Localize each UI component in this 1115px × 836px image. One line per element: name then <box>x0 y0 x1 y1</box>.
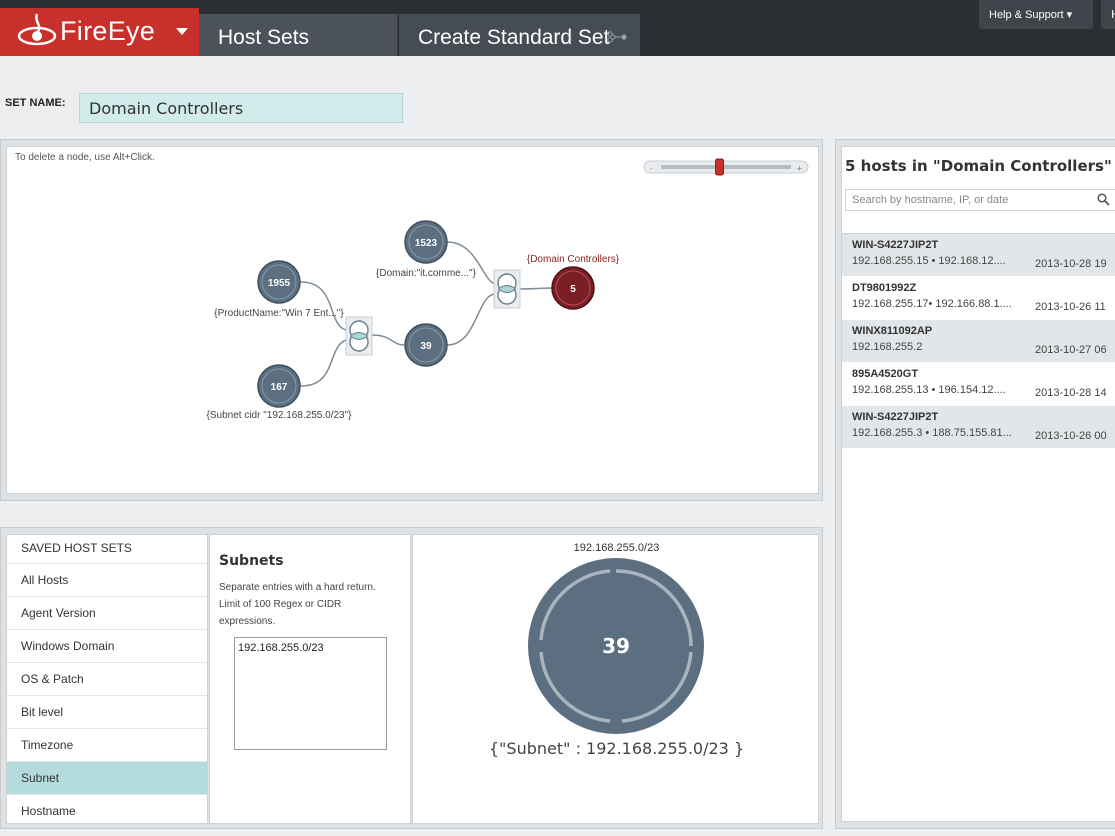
brand-menu[interactable]: FireEye <box>0 8 199 56</box>
attribute-item-subnet[interactable]: Subnet <box>7 762 207 795</box>
flow-icon <box>607 31 627 43</box>
brand-name: FireEye <box>60 16 156 46</box>
node-count: 1523 <box>415 238 438 249</box>
host-name: DT9801992Z <box>852 282 917 294</box>
extra-menu[interactable]: H <box>1101 0 1115 29</box>
node-domain-controllers[interactable]: 5 {Domain Controllers} <box>527 254 620 310</box>
node-label: {Domain Controllers} <box>527 254 620 265</box>
saved-host-sets-header[interactable]: SAVED HOST SETS <box>7 535 207 564</box>
host-search-input[interactable]: Search by hostname, IP, or date <box>845 189 1115 211</box>
node-count: 167 <box>271 382 288 393</box>
tab-label: Create Standard Set <box>418 26 610 49</box>
node-label: {Subnet cidr "192.168.255.0/23"} <box>207 410 353 421</box>
zoom-out-icon[interactable]: - <box>650 164 653 173</box>
join-node-1[interactable] <box>345 316 373 356</box>
zoom-slider[interactable]: - + <box>643 158 809 176</box>
node-count: 5 <box>570 284 576 295</box>
hosts-title: 5 hosts in "Domain Controllers" <box>845 157 1112 175</box>
chevron-down-icon[interactable] <box>176 28 188 35</box>
node-count: 39 <box>420 341 432 352</box>
host-name: 895A4520GT <box>852 368 919 380</box>
host-row[interactable]: WINX811092AP 192.168.255.2 2013-10-27 06 <box>842 320 1115 363</box>
host-date: 2013-10-27 06 <box>1035 344 1107 356</box>
attribute-item-agent-version[interactable]: Agent Version <box>7 597 207 630</box>
node-productname[interactable]: 1955 {ProductName:"Win 7 Ent..."} <box>214 260 344 319</box>
preview-node[interactable]: 39 <box>413 535 820 825</box>
subnet-editor: Subnets Separate entries with a hard ret… <box>209 534 411 824</box>
node-domain[interactable]: 1523 {Domain:"it.comme..."} <box>376 220 477 279</box>
join-node-2[interactable] <box>493 269 521 309</box>
preview-count: 39 <box>602 634 630 658</box>
attribute-item-all-hosts[interactable]: All Hosts <box>7 564 207 597</box>
hosts-panel-inner: 5 hosts in "Domain Controllers" Search b… <box>841 146 1115 822</box>
attribute-item-hostname[interactable]: Hostname <box>7 795 207 823</box>
attribute-item-bit-level[interactable]: Bit level <box>7 696 207 729</box>
host-list: WIN-S4227JIP2T 192.168.255.15 • 192.168.… <box>842 233 1115 449</box>
host-row[interactable]: 895A4520GT 192.168.255.13 • 196.154.12..… <box>842 363 1115 406</box>
node-intersection[interactable]: 39 <box>404 323 448 367</box>
editor-title: Subnets <box>219 553 284 569</box>
zoom-handle[interactable] <box>715 158 724 176</box>
host-date: 2013-10-26 11 <box>1035 301 1106 313</box>
help-support-menu[interactable]: Help & Support ▾ <box>979 0 1093 29</box>
top-bar: FireEye Host Sets Create Standard Set He… <box>0 0 1115 56</box>
graph-svg: - + 1955 {ProductName:"Win 7 Ent..."} 16… <box>207 158 809 421</box>
host-row[interactable]: WIN-S4227JIP2T 192.168.255.3 • 188.75.15… <box>842 406 1115 449</box>
graph-canvas[interactable]: To delete a node, use Alt+Click. - + 195… <box>6 146 819 494</box>
host-date: 2013-10-28 19 <box>1035 258 1107 270</box>
node-label: {ProductName:"Win 7 Ent..."} <box>214 308 344 319</box>
preview-query: {"Subnet" : 192.168.255.0/23 } <box>488 739 745 758</box>
hosts-panel: 5 hosts in "Domain Controllers" Search b… <box>835 139 1115 829</box>
node-subnet[interactable]: 167 {Subnet cidr "192.168.255.0/23"} <box>207 364 353 421</box>
set-name-input[interactable] <box>79 93 403 123</box>
node-count: 1955 <box>268 278 291 289</box>
host-name: WIN-S4227JIP2T <box>852 411 939 423</box>
host-date: 2013-10-28 14 <box>1035 387 1107 399</box>
attribute-item-timezone[interactable]: Timezone <box>7 729 207 762</box>
attribute-item-os-patch[interactable]: OS & Patch <box>7 663 207 696</box>
subnet-preview: 192.168.255.0/23 39 {"Subnet" : 192.168.… <box>412 534 819 824</box>
host-row[interactable]: DT9801992Z 192.168.255.17• 192.166.88.1.… <box>842 277 1115 320</box>
set-name-label: SET NAME: <box>5 97 66 109</box>
fireeye-logo-icon <box>17 13 57 46</box>
host-date: 2013-10-26 00 <box>1035 430 1107 442</box>
search-icon[interactable] <box>1097 193 1110 206</box>
host-row[interactable]: WIN-S4227JIP2T 192.168.255.15 • 192.168.… <box>842 234 1115 277</box>
host-name: WINX811092AP <box>852 325 933 337</box>
subnet-textarea[interactable]: 192.168.255.0/23 <box>234 637 387 750</box>
graph-panel: To delete a node, use Alt+Click. - + 195… <box>0 139 823 501</box>
host-name: WIN-S4227JIP2T <box>852 239 939 251</box>
attribute-list: SAVED HOST SETS All Hosts Agent Version … <box>6 534 208 824</box>
tab-label: Host Sets <box>218 26 310 49</box>
tab-host-sets[interactable]: Host Sets <box>199 14 398 56</box>
attribute-panel: SAVED HOST SETS All Hosts Agent Version … <box>0 527 823 829</box>
attribute-item-windows-domain[interactable]: Windows Domain <box>7 630 207 663</box>
editor-description: Separate entries with a hard return. Lim… <box>219 582 376 627</box>
zoom-in-icon[interactable]: + <box>796 164 803 173</box>
search-placeholder: Search by hostname, IP, or date <box>852 194 1009 206</box>
node-label: {Domain:"it.comme..."} <box>376 268 477 279</box>
tab-create-standard-set[interactable]: Create Standard Set <box>399 14 640 56</box>
